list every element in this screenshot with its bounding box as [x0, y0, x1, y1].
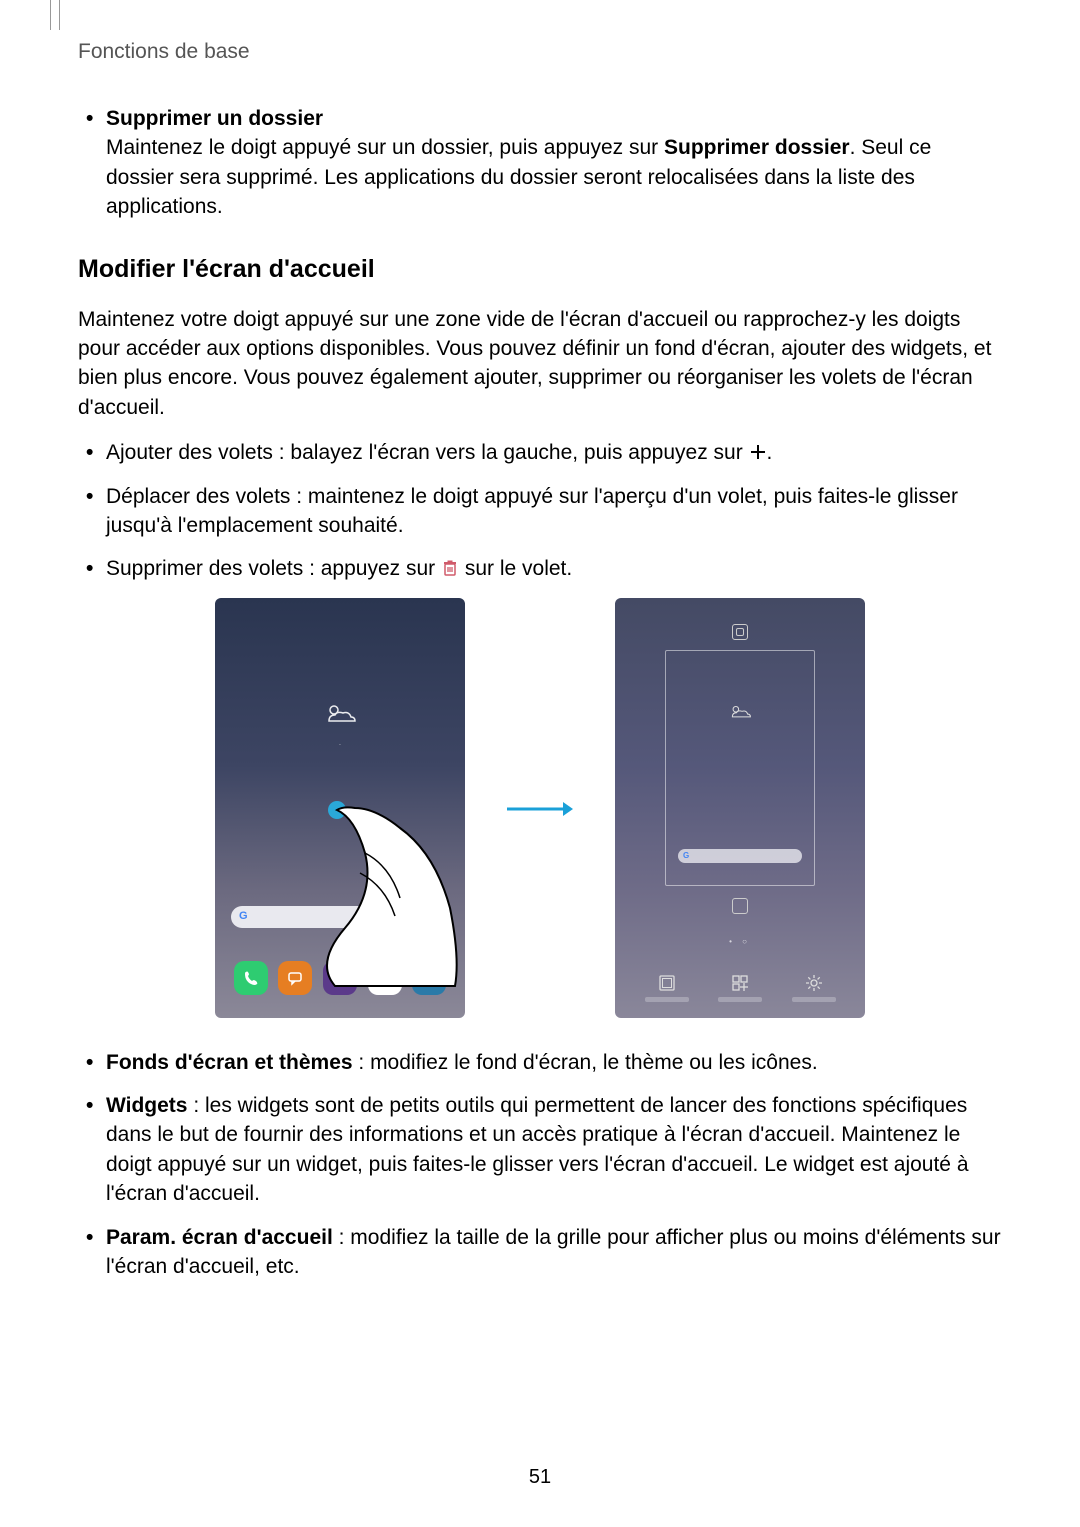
- text-fragment: Maintenez le doigt appuyé sur un dossier…: [106, 136, 664, 159]
- text-fragment: Supprimer des volets : appuyez sur: [106, 557, 441, 580]
- wallpaper-icon: [657, 973, 677, 993]
- trash-icon: [441, 556, 459, 574]
- settings-action: [792, 973, 836, 1002]
- bold-label: Fonds d'écran et thèmes: [106, 1051, 353, 1074]
- weather-widget: ·: [323, 698, 357, 750]
- text-fragment: Ajouter des volets : balayez l'écran ver…: [106, 441, 749, 464]
- page-dots: • ○: [729, 936, 751, 947]
- touch-hand-illustration: [305, 798, 465, 988]
- bullet-supprimer-volets: Supprimer des volets : appuyez sur sur l…: [78, 554, 1002, 583]
- widgets-icon: [730, 973, 750, 993]
- section-heading-modifier-ecran: Modifier l'écran d'accueil: [78, 252, 1002, 287]
- page-number: 51: [529, 1466, 551, 1489]
- bullet-widgets: Widgets : les widgets sont de petits out…: [78, 1091, 1002, 1209]
- weather-sub: ·: [323, 739, 357, 750]
- phone-after: • ○: [615, 598, 865, 1018]
- illustration-row: ·: [78, 598, 1002, 1018]
- wallpaper-action: [645, 973, 689, 1002]
- bullet-supprimer-dossier: Supprimer un dossier Maintenez le doigt …: [78, 104, 1002, 222]
- apps-outline-icon: [732, 898, 748, 914]
- google-searchbar-mini: [678, 849, 802, 863]
- bullet-title: Supprimer un dossier: [106, 104, 1002, 133]
- plus-icon: [749, 440, 767, 458]
- bold-action: Supprimer dossier: [664, 136, 850, 159]
- weather-cloud-icon: [728, 703, 752, 728]
- edit-actions: [615, 973, 865, 1002]
- bold-label: Param. écran d'accueil: [106, 1226, 333, 1249]
- bold-label: Widgets: [106, 1094, 187, 1117]
- home-outline-icon: [732, 624, 748, 640]
- widgets-action: [718, 973, 762, 1002]
- bullet-ajouter-volets: Ajouter des volets : balayez l'écran ver…: [78, 438, 1002, 467]
- page-tab-mark: [50, 0, 60, 30]
- phone-app-icon: [234, 961, 268, 995]
- text-fragment: sur le volet.: [459, 557, 572, 580]
- bullet-body: Maintenez le doigt appuyé sur un dossier…: [106, 133, 1002, 221]
- text-fragment: : les widgets sont de petits outils qui …: [106, 1094, 969, 1205]
- gear-icon: [804, 973, 824, 993]
- panel-preview: [665, 650, 815, 886]
- page-content: Supprimer un dossier Maintenez le doigt …: [0, 74, 1080, 1281]
- arrow-icon: [505, 798, 575, 818]
- bullet-fonds-ecran: Fonds d'écran et thèmes : modifiez le fo…: [78, 1048, 1002, 1077]
- header-breadcrumb: Fonctions de base: [0, 0, 1080, 74]
- bullet-deplacer-volets: Déplacer des volets : maintenez le doigt…: [78, 482, 1002, 541]
- text-fragment: .: [767, 441, 773, 464]
- bullet-param-ecran: Param. écran d'accueil : modifiez la tai…: [78, 1223, 1002, 1282]
- intro-paragraph: Maintenez votre doigt appuyé sur une zon…: [78, 305, 1002, 423]
- phone-before: ·: [215, 598, 465, 1018]
- weather-cloud-icon: [323, 698, 357, 737]
- text-fragment: : modifiez le fond d'écran, le thème ou …: [353, 1051, 818, 1074]
